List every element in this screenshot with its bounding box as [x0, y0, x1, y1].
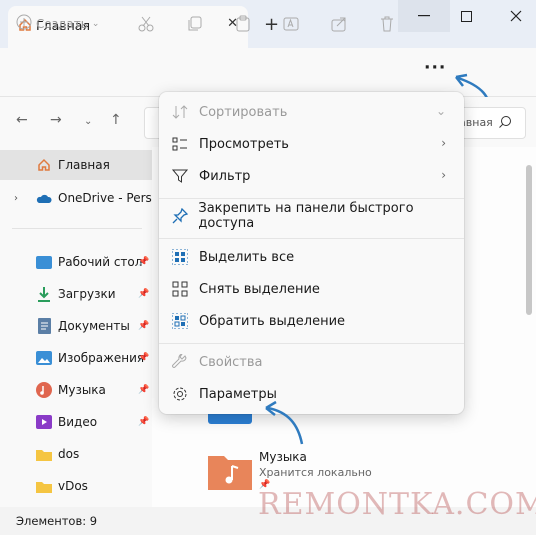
share-icon[interactable] [326, 11, 352, 37]
menu-item-properties[interactable]: Свойства [159, 346, 464, 378]
sidebar-item-label: vDos [58, 479, 88, 493]
select-all-icon [171, 248, 189, 266]
menu-divider [159, 343, 464, 344]
folder-icon [36, 446, 52, 462]
watermark: REMONTKA.COM [258, 487, 536, 522]
select-none-icon [171, 280, 189, 298]
sidebar-item-downloads[interactable]: Загрузки 📌 [0, 279, 152, 309]
item-count: Элементов: 9 [16, 514, 98, 528]
picture-icon [36, 350, 52, 366]
menu-item-invert-selection[interactable]: Обратить выделение [159, 305, 464, 337]
copy-icon[interactable] [182, 11, 208, 37]
pin-icon [171, 207, 188, 225]
pin-icon: 📌 [138, 385, 150, 395]
sidebar-item-videos[interactable]: Видео 📌 [0, 407, 152, 437]
menu-item-label: Выделить все [199, 249, 295, 265]
sidebar-item-label: Видео [58, 415, 98, 429]
menu-item-label: Сортировать [199, 104, 288, 120]
more-options-button[interactable]: ··· [424, 58, 446, 78]
music-icon [36, 382, 52, 398]
cut-icon[interactable] [133, 11, 159, 37]
expand-chevron-icon[interactable]: › [14, 193, 18, 204]
sidebar-item-music[interactable]: Музыка 📌 [0, 375, 152, 405]
create-label: Создать [36, 16, 88, 31]
menu-item-label: Снять выделение [199, 281, 320, 297]
pin-icon: 📌 [138, 321, 150, 331]
sidebar-item-dos[interactable]: dos [0, 439, 152, 469]
home-icon [36, 157, 52, 173]
download-icon [36, 286, 52, 302]
chevron-right-icon: › [441, 136, 446, 150]
sidebar-item-label: Главная [58, 158, 110, 172]
menu-item-select-none[interactable]: Снять выделение [159, 273, 464, 305]
menu-item-select-all[interactable]: Выделить все [159, 241, 464, 273]
sidebar-item-label: Изображения [58, 351, 145, 365]
view-icon [171, 135, 189, 153]
more-options-menu: Сортировать ⌄ Просмотреть › Фильтр › Зак… [159, 92, 464, 414]
chevron-down-icon: ⌄ [435, 104, 446, 118]
menu-item-label: Закрепить на панели быстрого доступа [198, 201, 414, 231]
scrollbar-thumb[interactable] [526, 165, 532, 315]
sidebar-item-label: dos [58, 447, 80, 461]
sidebar-item-desktop[interactable]: Рабочий стол 📌 [0, 247, 152, 277]
menu-item-view[interactable]: Просмотреть › [159, 128, 464, 160]
new-tab-button[interactable]: + [264, 14, 279, 35]
document-icon [36, 318, 52, 334]
sidebar-item-label: OneDrive - Person [58, 191, 152, 205]
menu-item-pin-quick-access[interactable]: Закрепить на панели быстрого доступа [159, 200, 464, 232]
chevron-down-icon: ⌄ [91, 18, 100, 29]
music-folder-icon [208, 456, 252, 490]
sidebar-item-documents[interactable]: Документы 📌 [0, 311, 152, 341]
annotation-arrow-options [265, 400, 304, 445]
sidebar-item-label: Музыка [58, 383, 106, 397]
menu-divider [159, 238, 464, 239]
recent-chevron-icon[interactable]: ⌄ [84, 116, 92, 127]
music-card-subtitle: Хранится локально [259, 466, 372, 479]
forward-icon[interactable]: → [50, 112, 62, 128]
plus-circle-icon [16, 14, 32, 33]
pin-icon: 📌 [138, 353, 150, 363]
up-icon[interactable]: ↑ [110, 112, 122, 128]
paste-icon[interactable] [230, 11, 256, 37]
sidebar-item-pictures[interactable]: Изображения 📌 [0, 343, 152, 373]
sidebar-item-label: Рабочий стол [58, 255, 143, 269]
filter-icon [171, 167, 189, 185]
menu-item-label: Фильтр [199, 168, 251, 184]
menu-item-filter[interactable]: Фильтр › [159, 160, 464, 192]
menu-divider [159, 198, 464, 199]
menu-item-label: Свойства [199, 354, 263, 370]
search-icon[interactable] [498, 115, 512, 132]
sidebar-item-label: Документы [58, 319, 130, 333]
pin-icon: 📌 [138, 289, 150, 299]
gear-icon [171, 385, 189, 403]
pin-icon: 📌 [138, 257, 150, 267]
folder-icon [36, 478, 52, 494]
sort-icon [171, 103, 189, 121]
sidebar-item-label: Загрузки [58, 287, 116, 301]
music-folder-thumbnail[interactable] [208, 452, 252, 490]
pin-icon: 📌 [138, 417, 150, 427]
desktop-icon [36, 254, 52, 270]
create-button[interactable]: Создать ⌄ [16, 14, 99, 33]
chevron-right-icon: › [441, 168, 446, 182]
music-card-title[interactable]: Музыка [259, 450, 307, 464]
delete-icon[interactable] [374, 11, 400, 37]
menu-item-sort[interactable]: Сортировать ⌄ [159, 96, 464, 128]
menu-item-label: Просмотреть [199, 136, 289, 152]
invert-selection-icon [171, 312, 189, 330]
video-icon [36, 414, 52, 430]
back-icon[interactable]: ← [16, 112, 28, 128]
sidebar-item-onedrive[interactable]: › OneDrive - Person [0, 183, 152, 213]
rename-icon[interactable] [278, 11, 304, 37]
sidebar-divider [12, 228, 142, 229]
sidebar-item-home[interactable]: Главная [0, 150, 152, 180]
menu-item-label: Обратить выделение [199, 313, 346, 329]
maximize-button[interactable] [440, 0, 492, 32]
wrench-icon [171, 353, 189, 371]
cloud-icon [36, 190, 52, 206]
sidebar-item-vdos[interactable]: vDos [0, 471, 152, 501]
close-window-button[interactable] [490, 0, 536, 32]
